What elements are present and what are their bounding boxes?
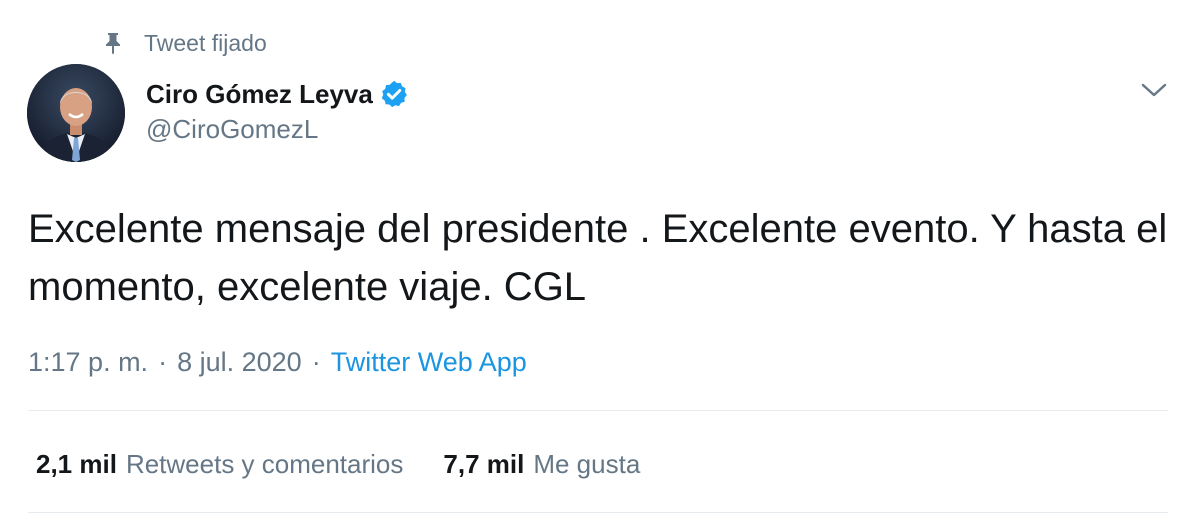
tweet-meta: 1:17 p. m. · 8 jul. 2020 · Twitter Web A… (28, 344, 527, 380)
avatar[interactable] (27, 64, 125, 162)
tweet-text: Excelente mensaje del presidente . Excel… (28, 207, 1168, 309)
pinned-label: Tweet fijado (144, 29, 267, 56)
likes-stat[interactable]: 7,7 mil Me gusta (443, 449, 640, 480)
meta-separator: · (311, 346, 321, 377)
source-link[interactable]: Twitter Web App (331, 347, 527, 378)
pin-icon (106, 33, 120, 55)
pinned-indicator: Tweet fijado (104, 28, 267, 58)
tweet-time[interactable]: 1:17 p. m. (28, 347, 148, 378)
pinned-tweet: Tweet fijado Ciro Gómez Leyva @CiroGomez… (0, 0, 1200, 514)
retweets-stat[interactable]: 2,1 mil Retweets y comentarios (36, 449, 403, 480)
author-handle[interactable]: @CiroGomezL (146, 114, 318, 145)
author-name[interactable]: Ciro Gómez Leyva (146, 79, 373, 110)
meta-separator: · (158, 346, 168, 377)
retweets-label: Retweets y comentarios (125, 448, 404, 479)
retweets-count: 2,1 mil (36, 448, 117, 479)
verified-badge-icon (381, 80, 407, 108)
likes-count: 7,7 mil (443, 448, 525, 479)
likes-label: Me gusta (533, 448, 641, 479)
avatar-photo (27, 64, 125, 162)
chevron-down-icon (1141, 83, 1167, 97)
tweet-stats: 2,1 mil Retweets y comentarios 7,7 mil M… (36, 446, 640, 482)
divider-top (28, 410, 1168, 411)
author-name-row: Ciro Gómez Leyva (146, 76, 409, 112)
tweet-menu-button[interactable] (1138, 74, 1170, 106)
divider-bottom (28, 512, 1168, 513)
tweet-date[interactable]: 8 jul. 2020 (177, 347, 302, 378)
